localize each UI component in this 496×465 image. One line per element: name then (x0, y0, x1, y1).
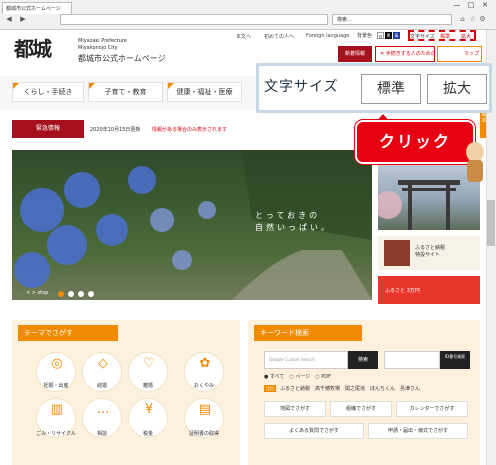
ring-icon: ◇ (98, 356, 108, 371)
theme-label: 結婚 (96, 383, 107, 389)
nav-health-welfare[interactable]: 健康・福祉・医療 (167, 82, 242, 102)
search-scope-radios[interactable]: ● すべて ○ ページ ○ PDF (264, 373, 331, 380)
slide-dot[interactable] (88, 291, 94, 297)
calendar-search-button[interactable]: カレンダーでさがす (396, 401, 468, 417)
city-logo[interactable]: 都城 (14, 33, 64, 63)
theme-section (12, 320, 240, 465)
theme-label: おくやみ (193, 383, 214, 389)
browser-search-input[interactable]: 検索... (332, 14, 452, 25)
map-search-button[interactable]: 地図でさがす (264, 401, 326, 417)
baby-icon: ◎ (51, 356, 63, 371)
prefecture-en: Miyazaki Prefecture (78, 38, 127, 44)
money-bag-icon: ¥ (144, 402, 154, 417)
red-banner-text: ふるさと 3万円 (385, 288, 420, 294)
furusato-banner-text: ふるさと納税 特設サイト (415, 245, 446, 258)
flower-icon: ✿ (199, 356, 211, 371)
city-name-ja[interactable]: 都城市公式ホームページ (78, 53, 166, 64)
font-size-large-button[interactable]: 拡大 (461, 33, 471, 40)
keyword-title: キーワード検索 (254, 325, 362, 341)
theme-title: テーマでさがす (18, 325, 118, 341)
emergency-label: 緊急情報 (12, 120, 84, 138)
mascot-image (464, 140, 486, 184)
slideshow-controls[interactable]: < > stop (26, 290, 48, 296)
bg-white-swatch[interactable]: 白 (377, 32, 384, 39)
browser-tab[interactable]: 都城市公式ホームページ (2, 2, 72, 14)
faq-search-button[interactable]: よくある質問でさがす (264, 423, 364, 439)
map-button[interactable]: マップ (437, 46, 482, 62)
theme-label: 相談 (96, 431, 107, 437)
keyword-search-input[interactable]: Google Custom Search (264, 351, 348, 369)
forward-icon[interactable]: ▶ (18, 14, 28, 25)
emergency-message: 情報がある場合のみ表示されます (152, 127, 228, 133)
minimize-icon[interactable]: — (452, 1, 462, 9)
back-icon[interactable]: ◀ (4, 14, 14, 25)
org-search-button[interactable]: 組織でさがす (330, 401, 392, 417)
city-en-name: Miyakonojo City (78, 45, 118, 51)
nav-childcare-education[interactable]: 子育て・教育 (88, 82, 163, 102)
trash-icon: ▥ (50, 402, 64, 417)
font-size-label: 文字サイズ (410, 34, 435, 40)
link-foreign-language[interactable]: Foreign language (306, 33, 349, 39)
tag-icon: 注目 (264, 385, 276, 392)
address-bar[interactable] (60, 14, 328, 25)
city-name-en: Miyazaki Prefecture Miyakonojo City (78, 38, 127, 52)
maximize-icon[interactable]: □ (466, 1, 476, 9)
speech-icon: … (96, 402, 110, 417)
callout-large-button[interactable]: 拡大 (427, 74, 487, 104)
bg-blue-swatch[interactable]: 青 (393, 32, 400, 39)
favorites-icon[interactable]: ☆ (468, 14, 477, 25)
procedure-guide-button[interactable]: ✕ 手続きする人のための (375, 46, 435, 62)
settings-icon[interactable]: ⚙ (478, 14, 487, 25)
id-search-input[interactable] (384, 351, 440, 369)
slide-dot[interactable] (68, 291, 74, 297)
link-first-visit[interactable]: 初めての人へ (264, 33, 294, 40)
nav-life-procedures[interactable]: くらし・手続き (12, 82, 84, 102)
slide-dot[interactable] (78, 291, 84, 297)
bg-color-label: 背景色 (357, 33, 373, 39)
scrollbar-thumb[interactable] (487, 200, 495, 246)
keyword-search-button[interactable]: 検索 (348, 351, 378, 369)
slide-dot-active[interactable] (58, 291, 64, 297)
id-search-button[interactable]: ID番号検索 (440, 351, 470, 369)
callout-standard-button[interactable]: 標準 (361, 74, 421, 104)
keyword-section (248, 320, 480, 465)
document-icon: ▤ (198, 402, 212, 417)
broken-heart-icon: ♡ (143, 356, 155, 371)
beef-image (384, 240, 410, 266)
click-instruction-badge: クリック (357, 122, 473, 162)
theme-label: ごみ・リサイクル (36, 431, 76, 437)
forms-search-button[interactable]: 申請・届出・様式でさがす (368, 423, 468, 439)
emergency-date: 2020年10月15日更新 (90, 127, 141, 133)
link-main-content[interactable]: 本文へ (236, 33, 251, 40)
popular-tags[interactable]: ふるさと納税 高千穂牧場 関之尾滝 ぼんちくん 島津さん (280, 385, 420, 392)
theme-label: 証明書の取得 (188, 431, 219, 437)
theme-label: 税金 (142, 431, 153, 437)
theme-label: 離婚 (142, 383, 153, 389)
home-icon[interactable]: ⌂ (458, 14, 467, 25)
hero-caption: とっておきの 自然いっぱい。 (255, 211, 332, 232)
callout-font-size-label: 文字サイズ (264, 79, 339, 95)
font-size-standard-button[interactable]: 標準 (440, 33, 450, 40)
theme-label: 妊娠・出産 (43, 383, 69, 389)
close-icon[interactable]: ✕ (480, 1, 490, 9)
bg-black-swatch[interactable]: 黒 (385, 32, 392, 39)
new-info-button[interactable]: 新着情報 (338, 46, 372, 62)
